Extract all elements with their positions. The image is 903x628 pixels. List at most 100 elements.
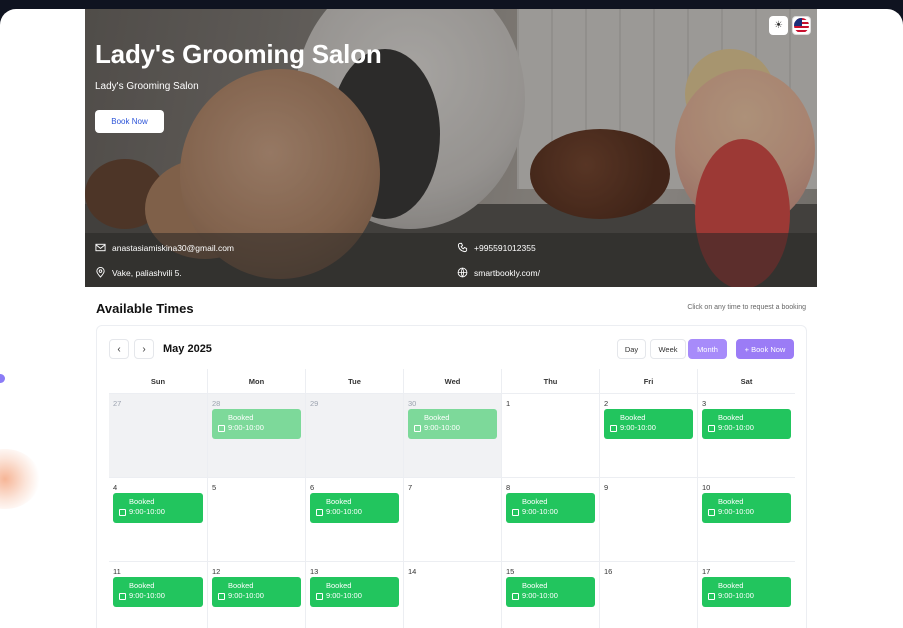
event-time-row: 9:00-10:00 [414, 423, 491, 433]
week-row: 27 28 Booked 9:00-10:00 29 30 Booked 9:00-10:00… [109, 394, 795, 478]
day-cell[interactable]: 13 Booked 9:00-10:00 [305, 562, 403, 628]
day-cell[interactable]: 7 [403, 478, 501, 561]
booked-event[interactable]: Booked 9:00-10:00 [506, 493, 595, 523]
booked-event[interactable]: Booked 9:00-10:00 [506, 577, 595, 607]
address-text: Vake, paliashvili 5. [112, 267, 182, 278]
day-cell[interactable]: 29 [305, 394, 403, 477]
chevron-right-icon: › [142, 343, 146, 355]
day-cell[interactable]: 8 Booked 9:00-10:00 [501, 478, 599, 561]
day-cell[interactable]: 27 [109, 394, 207, 477]
day-cell[interactable]: 6 Booked 9:00-10:00 [305, 478, 403, 561]
calendar-icon [119, 508, 126, 516]
language-switcher[interactable] [792, 16, 811, 35]
day-cell[interactable]: 11 Booked 9:00-10:00 [109, 562, 207, 628]
event-time-row: 9:00-10:00 [512, 507, 589, 517]
weekday-header: Sun Mon Tue Wed Thu Fri Sat [109, 369, 795, 394]
view-day-button[interactable]: Day [617, 339, 646, 359]
event-time: 9:00-10:00 [718, 591, 754, 600]
event-title: Booked [228, 581, 254, 590]
booked-event[interactable]: Booked 9:00-10:00 [702, 493, 791, 523]
calendar-book-now-button[interactable]: + Book Now [736, 339, 794, 359]
event-time: 9:00-10:00 [718, 423, 754, 432]
event-time: 9:00-10:00 [718, 507, 754, 516]
day-cell[interactable]: 4 Booked 9:00-10:00 [109, 478, 207, 561]
day-cell[interactable]: 9 [599, 478, 697, 561]
event-time: 9:00-10:00 [522, 507, 558, 516]
event-title: Booked [129, 497, 155, 506]
event-title-row: Booked [708, 413, 785, 423]
calendar-icon [610, 424, 617, 432]
event-time-row: 9:00-10:00 [218, 423, 295, 433]
booked-event[interactable]: Booked 9:00-10:00 [113, 577, 203, 607]
day-cell[interactable]: 16 [599, 562, 697, 628]
view-week-button[interactable]: Week [650, 339, 686, 359]
booked-event[interactable]: Booked 9:00-10:00 [604, 409, 693, 439]
day-number: 4 [113, 483, 118, 492]
theme-toggle-button[interactable]: ☀ [769, 16, 788, 35]
event-title-row: Booked [414, 413, 491, 423]
hero-banner: Lady's Grooming Salon Lady's Grooming Sa… [85, 9, 817, 287]
day-cell[interactable]: 17 Booked 9:00-10:00 [697, 562, 795, 628]
day-cell[interactable]: 30 Booked 9:00-10:00 [403, 394, 501, 477]
booked-event[interactable]: Booked 9:00-10:00 [702, 409, 791, 439]
day-number: 2 [604, 399, 609, 408]
day-number: 13 [310, 567, 319, 576]
view-month-button[interactable]: Month [688, 339, 727, 359]
event-title-row: Booked [316, 497, 393, 507]
day-cell[interactable]: 12 Booked 9:00-10:00 [207, 562, 305, 628]
side-handle[interactable] [0, 374, 5, 383]
event-time: 9:00-10:00 [228, 423, 264, 432]
hero-toolbar: ☀ [769, 16, 811, 35]
calendar-icon [708, 508, 715, 516]
event-title-row: Booked [708, 581, 785, 591]
calendar-icon [316, 592, 323, 600]
day-cell[interactable]: 1 [501, 394, 599, 477]
booked-event[interactable]: Booked 9:00-10:00 [408, 409, 497, 439]
day-cell[interactable]: 28 Booked 9:00-10:00 [207, 394, 305, 477]
contact-website[interactable]: smartbookly.com/ [457, 267, 540, 278]
day-cell[interactable]: 2 Booked 9:00-10:00 [599, 394, 697, 477]
contact-email: anastasiamiskina30@gmail.com [95, 242, 234, 253]
week-row: 11 Booked 9:00-10:00 12 Booked 9:00-10:00 13 Bo… [109, 562, 795, 628]
calendar: ‹ › May 2025 Day Week Month + Book Now S… [96, 325, 807, 628]
weekday-sat: Sat [697, 369, 795, 393]
day-cell[interactable]: 10 Booked 9:00-10:00 [697, 478, 795, 561]
event-time-row: 9:00-10:00 [316, 507, 393, 517]
day-cell[interactable]: 3 Booked 9:00-10:00 [697, 394, 795, 477]
booked-event[interactable]: Booked 9:00-10:00 [212, 577, 301, 607]
event-time: 9:00-10:00 [522, 591, 558, 600]
hero-book-now-button[interactable]: Book Now [95, 110, 164, 133]
day-cell[interactable]: 14 [403, 562, 501, 628]
website-link[interactable]: smartbookly.com/ [474, 268, 540, 278]
event-title: Booked [522, 581, 548, 590]
prev-month-button[interactable]: ‹ [109, 339, 129, 359]
weekday-sun: Sun [150, 376, 166, 386]
event-time-row: 9:00-10:00 [708, 591, 785, 601]
event-title: Booked [228, 413, 254, 422]
calendar-icon [218, 592, 225, 600]
event-title: Booked [718, 413, 744, 422]
us-flag-icon [794, 18, 809, 33]
next-month-button[interactable]: › [134, 339, 154, 359]
booked-event[interactable]: Booked 9:00-10:00 [310, 577, 399, 607]
email-text: anastasiamiskina30@gmail.com [112, 242, 235, 253]
day-cell[interactable]: 5 [207, 478, 305, 561]
booked-event[interactable]: Booked 9:00-10:00 [113, 493, 203, 523]
booked-event[interactable]: Booked 9:00-10:00 [310, 493, 399, 523]
booked-event[interactable]: Booked 9:00-10:00 [212, 409, 301, 439]
event-title-row: Booked [316, 581, 393, 591]
day-number: 14 [408, 567, 417, 576]
event-time: 9:00-10:00 [326, 591, 362, 600]
day-number: 16 [604, 567, 613, 576]
event-title-row: Booked [512, 581, 589, 591]
calendar-icon [512, 592, 519, 600]
event-time-row: 9:00-10:00 [512, 591, 589, 601]
event-title: Booked [620, 413, 646, 422]
day-number: 6 [310, 483, 315, 492]
booked-event[interactable]: Booked 9:00-10:00 [702, 577, 791, 607]
day-number: 1 [506, 399, 511, 408]
event-time: 9:00-10:00 [620, 423, 656, 432]
day-number: 10 [702, 483, 711, 492]
day-cell[interactable]: 15 Booked 9:00-10:00 [501, 562, 599, 628]
contact-phone: +995591012355 [457, 242, 536, 253]
